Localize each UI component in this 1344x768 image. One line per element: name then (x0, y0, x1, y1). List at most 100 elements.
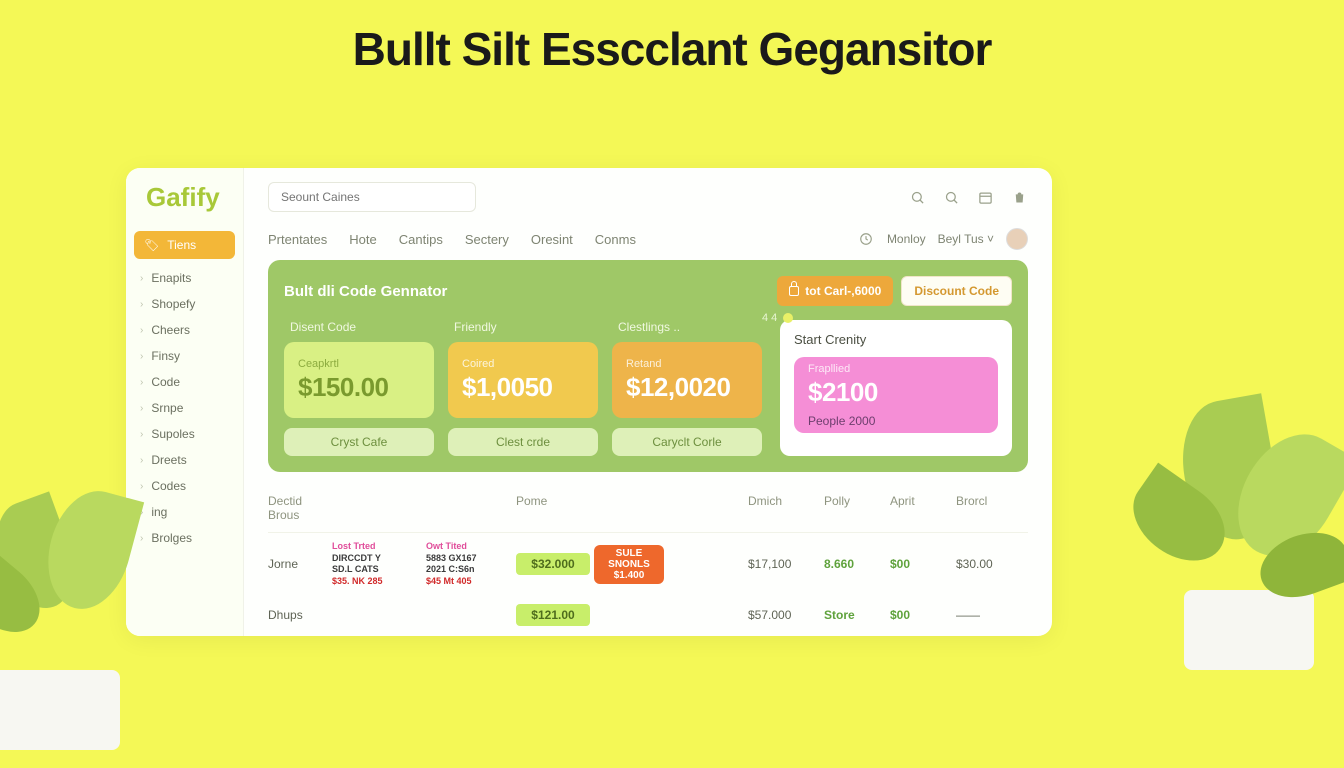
table-header-cell: Dmich (748, 494, 820, 522)
stat-sub: Retand (626, 358, 748, 370)
tab-prtentates[interactable]: Prtentates (268, 232, 327, 247)
tab-cantips[interactable]: Cantips (399, 232, 443, 247)
status-dot-icon (783, 313, 793, 323)
stat-label: Clestlings .. (612, 320, 762, 334)
sidebar-item-dreets[interactable]: › Dreets (126, 447, 243, 473)
table-row: Dhups$121.00$57.000Store$00—— (268, 596, 1028, 634)
dmich-cell: $17,100 (748, 557, 820, 571)
row-name: Dhups (268, 608, 328, 622)
pome-cell: $32.000 (516, 553, 590, 575)
polly-cell: 8.660 (824, 557, 886, 571)
panel-title: Bult dli Code Gennator (284, 283, 447, 300)
calendar-icon[interactable] (976, 188, 994, 206)
topbar (244, 168, 1052, 222)
stat-foot-button[interactable]: Clest crde (448, 428, 598, 456)
sidebar-item-srnpe[interactable]: › Srnpe (126, 395, 243, 421)
table-header-cell: Dectid Brous (268, 494, 328, 522)
app-window: Gafify 🏷Tiens›Enapits›Shopefy›Cheers›Fin… (126, 168, 1052, 636)
chevron-right-icon: › (140, 351, 143, 362)
sidebar-item-label: Shopefy (151, 297, 195, 311)
stat-foot-button[interactable]: Cryst Cafe (284, 428, 434, 456)
sidebar-item-shopefy[interactable]: › Shopefy (126, 291, 243, 317)
discount-code-button[interactable]: Discount Code (901, 276, 1012, 306)
sidebar-item-label: Enapits (151, 271, 191, 285)
tab-hote[interactable]: Hote (349, 232, 376, 247)
stat-label: Friendly (448, 320, 598, 334)
data-table: Dectid BrousPomeDmichPollyApritBrorcl Jo… (268, 488, 1028, 634)
stat-0: Disent Code Ceapkrtl $150.00 Cryst Cafe (284, 320, 434, 456)
stat-sub: Ceapkrtl (298, 358, 420, 370)
chevron-right-icon: › (140, 455, 143, 466)
generator-panel: Bult dli Code Gennator tot Carl-,6000 Di… (268, 260, 1028, 472)
table-header-cell: Brorcl (956, 494, 1028, 522)
avatar[interactable] (1006, 228, 1028, 250)
sidebar-item-tiens[interactable]: 🏷Tiens (134, 231, 235, 259)
start-box: Frapllied $2100 People 2000 (794, 357, 998, 433)
status-indicator: 4 4 (762, 312, 793, 324)
sidebar-item-code[interactable]: › Code (126, 369, 243, 395)
dmich-cell: $57.000 (748, 608, 820, 622)
chevron-right-icon: › (140, 403, 143, 414)
sidebar-item-enapits[interactable]: › Enapits (126, 265, 243, 291)
row-name: Jorne (268, 557, 328, 571)
sidebar-item-label: Code (151, 375, 180, 389)
sidebar-item-label: Tiens (167, 238, 196, 252)
tabbar: Prtentates Hote Cantips Sectery Oresint Conms… (244, 222, 1052, 260)
detail-cell: Owt Tited5883 GX1672021 C:S6n$45 Mt 405 (426, 541, 512, 588)
table-header-cell: Pome (516, 494, 590, 522)
chevron-right-icon: › (140, 299, 143, 310)
polly-cell: Store (824, 608, 886, 622)
stat-value: $12,0020 (626, 372, 748, 403)
stat-label: Disent Code (284, 320, 434, 334)
sidebar-item-label: Finsy (151, 349, 180, 363)
search-input[interactable] (268, 182, 476, 212)
chevron-right-icon: › (140, 273, 143, 284)
user-monloy: Monloy (887, 232, 926, 246)
table-header-cell: Aprit (890, 494, 952, 522)
search-icon[interactable] (908, 188, 926, 206)
pome-cell: $121.00 (516, 604, 590, 626)
chevron-right-icon: › (140, 325, 143, 336)
sidebar-item-label: Srnpe (151, 401, 183, 415)
brorcl-cell: —— (956, 608, 1028, 622)
plant-decoration-right (1124, 410, 1344, 670)
start-foot: People 2000 (808, 414, 984, 428)
start-value: $2100 (808, 377, 984, 408)
lock-button[interactable]: tot Carl-,6000 (777, 276, 893, 306)
table-row: Jorne Lost TrtedDIRCCDT YSD.L CATS$35. NK… (268, 533, 1028, 596)
stat-2: Clestlings .. Retand $12,0020 Caryclt Corle (612, 320, 762, 456)
brorcl-cell: $30.00 (956, 557, 1028, 571)
plant-decoration-left (0, 490, 190, 750)
sidebar-item-label: Supoles (151, 427, 194, 441)
tab-sectery[interactable]: Sectery (465, 232, 509, 247)
sidebar-item-finsy[interactable]: › Finsy (126, 343, 243, 369)
start-card: Start Crenity Frapllied $2100 People 200… (780, 320, 1012, 456)
stat-box: Ceapkrtl $150.00 (284, 342, 434, 418)
stat-value: $1,0050 (462, 372, 584, 403)
table-header-cell (594, 494, 664, 522)
tab-conms[interactable]: Conms (595, 232, 636, 247)
sale-badge: SULESNONLS$1.400 (594, 545, 664, 584)
stat-value: $150.00 (298, 372, 420, 403)
stat-sub: Coired (462, 358, 584, 370)
sidebar-item-supoles[interactable]: › Supoles (126, 421, 243, 447)
user-name[interactable]: Beyl Tus ˅ (938, 232, 994, 246)
page-title: Bullt Silt Esscclant Gegansitor (0, 22, 1344, 76)
bag-icon[interactable] (1010, 188, 1028, 206)
detail-cell: Lost TrtedDIRCCDT YSD.L CATS$35. NK 285 (332, 541, 422, 588)
chevron-right-icon: › (140, 429, 143, 440)
chevron-right-icon: › (140, 377, 143, 388)
stat-1: Friendly Coired $1,0050 Clest crde (448, 320, 598, 456)
aprit-cell: $00 (890, 557, 952, 571)
start-title: Start Crenity (794, 332, 998, 347)
tab-oresint[interactable]: Oresint (531, 232, 573, 247)
magnify-icon[interactable] (942, 188, 960, 206)
sidebar-item-label: Dreets (151, 453, 186, 467)
stat-box: Retand $12,0020 (612, 342, 762, 418)
stat-foot-button[interactable]: Caryclt Corle (612, 428, 762, 456)
lock-icon (789, 286, 799, 296)
sidebar-item-cheers[interactable]: › Cheers (126, 317, 243, 343)
start-sub: Frapllied (808, 363, 984, 375)
table-header-cell (426, 494, 512, 522)
sidebar-item-label: Cheers (151, 323, 190, 337)
